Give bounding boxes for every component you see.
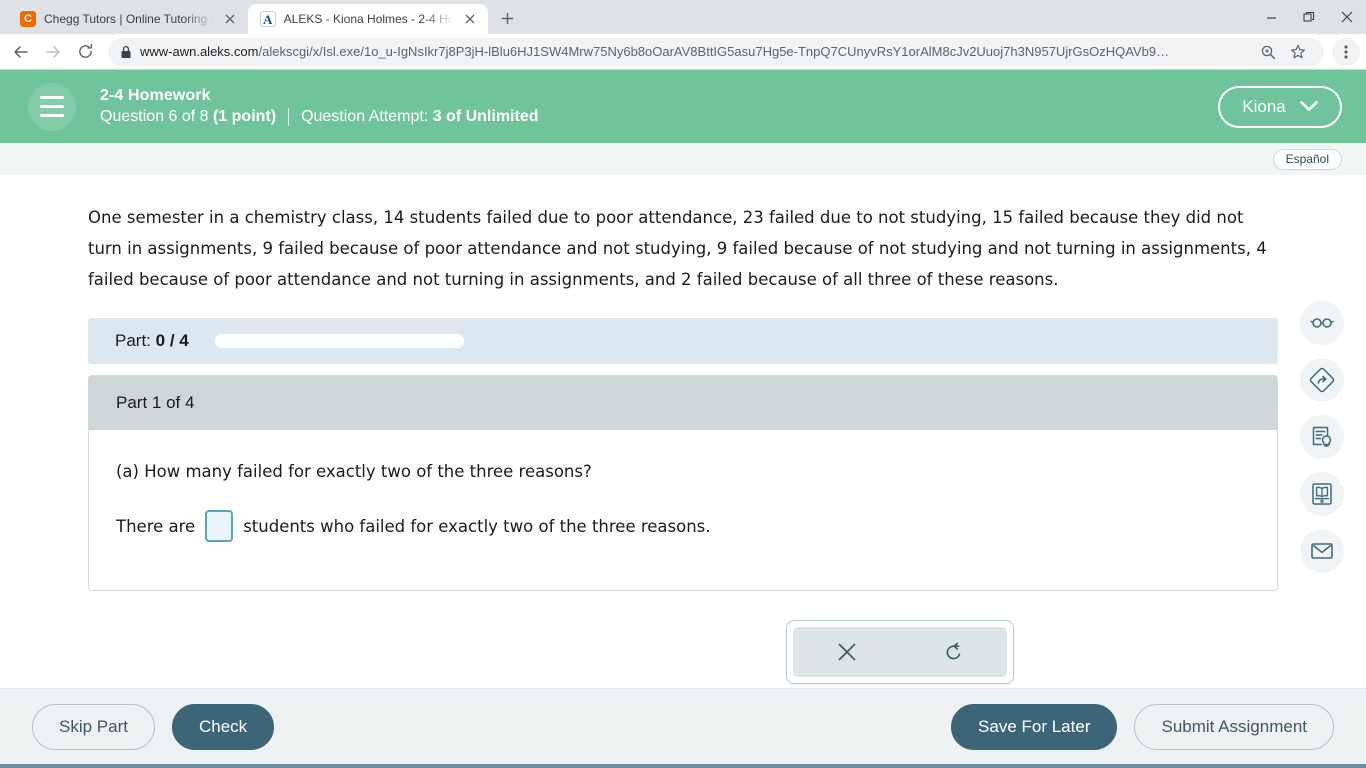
attempt-value: 3 of Unlimited [432,108,539,125]
url-path: /alekscgi/x/Isl.exe/1o_u-IgNsIkr7j8P3jH-… [258,44,1170,59]
restore-icon[interactable] [1290,0,1328,34]
part-progress-value: 0 / 4 [155,331,189,350]
footer-left-buttons: Skip Part Check [32,703,275,750]
window-controls [1252,0,1366,34]
aleks-favicon-icon: A [259,11,276,27]
browser-tab-aleks[interactable]: A ALEKS - Kiona Holmes - 2-4 Hom [247,4,488,34]
hamburger-menu-icon[interactable] [28,82,76,131]
browser-toolbar: www-awn.aleks.com/alekscgi/x/Isl.exe/1o_… [0,34,1366,70]
mail-icon[interactable] [1300,529,1344,573]
reload-icon[interactable] [70,37,100,67]
progress-track [214,334,464,348]
url-text: www-awn.aleks.com/alekscgi/x/Isl.exe/1o_… [140,44,1246,59]
address-bar[interactable]: www-awn.aleks.com/alekscgi/x/Isl.exe/1o_… [108,37,1324,66]
answer-suffix-text: students who failed for exactly two of t… [243,516,711,536]
question-points: (1 point) [212,108,277,125]
question-number-label: Question 6 of 8 [100,108,209,125]
chegg-favicon-icon: C [20,11,36,27]
star-icon[interactable] [1284,38,1312,66]
new-tab-button[interactable] [494,4,522,32]
tool-rail [1300,301,1344,573]
close-icon[interactable] [1328,0,1366,34]
browser-tab-bar: C Chegg Tutors | Online Tutoring | A ALE… [0,0,1366,34]
lock-icon [120,45,132,59]
url-host: www-awn.aleks.com [140,44,259,59]
question-prompt: (a) How many failed for exactly two of t… [116,462,592,481]
part-progress-bar: Part: 0 / 4 [88,318,1278,364]
answer-input[interactable] [205,510,234,542]
forward-arrow-icon[interactable] [38,37,68,67]
footer-right-buttons: Save For Later Submit Assignment [951,703,1334,750]
attempt-label: Question Attempt: [301,108,429,125]
question-status-line: Question 6 of 8 (1 point) Question Attemp… [100,108,538,126]
part-card-body: (a) How many failed for exactly two of t… [89,430,1277,684]
back-arrow-icon[interactable] [6,37,36,67]
language-strip: Español [0,143,1366,175]
undo-icon[interactable] [900,627,1007,677]
minimize-icon[interactable] [1252,0,1290,34]
part-progress-prefix: Part: [115,331,151,350]
check-button[interactable]: Check [171,703,275,750]
language-toggle-button[interactable]: Español [1272,148,1342,170]
assignment-title: 2-4 Homework [100,87,211,104]
header-divider [288,108,290,126]
close-icon[interactable] [222,11,238,27]
three-dot-menu-icon[interactable] [1332,37,1360,66]
question-body: One semester in a chemistry class, 14 st… [88,208,1267,289]
footer-legal-bar: © 2020 McGraw-Hill Education. All Rights… [0,764,1366,768]
tab-title: ALEKS - Kiona Holmes - 2-4 Hom [283,12,454,26]
worksheet-lightbulb-icon[interactable] [1300,415,1344,459]
save-for-later-button[interactable]: Save For Later [951,703,1118,750]
tab-title: Chegg Tutors | Online Tutoring | [44,12,214,26]
answer-prefix-text: There are [116,516,196,536]
part-card: Part 1 of 4 (a) How many failed for exac… [88,375,1278,684]
skip-part-button[interactable]: Skip Part [32,703,155,750]
zoom-search-icon[interactable] [1254,38,1282,66]
chevron-down-icon [1299,97,1318,117]
explain-arrow-icon[interactable] [1300,358,1344,402]
close-icon[interactable] [462,11,478,27]
omnibox-actions [1254,38,1312,66]
user-menu-button[interactable]: Kiona [1218,85,1342,128]
part-progress-label: Part: 0 / 4 [115,331,189,351]
aleks-header: 2-4 Homework Question 6 of 8 (1 point) Qu… [0,70,1366,143]
header-text-block: 2-4 Homework Question 6 of 8 (1 point) Qu… [100,87,538,126]
glasses-icon[interactable] [1300,301,1344,345]
answer-mini-toolbar [786,620,1014,684]
main-content: One semester in a chemistry class, 14 st… [0,175,1366,688]
mini-toolbar-inner [793,627,1007,677]
footer-action-bar: Skip Part Check Save For Later Submit As… [0,688,1366,764]
user-name-label: Kiona [1242,96,1286,116]
browser-tab-chegg[interactable]: C Chegg Tutors | Online Tutoring | [8,4,248,34]
clear-icon[interactable] [793,627,900,677]
part-card-header: Part 1 of 4 [89,376,1277,430]
ebook-icon[interactable] [1300,472,1344,516]
answer-sentence: There are students who failed for exactl… [116,510,1250,542]
submit-assignment-button[interactable]: Submit Assignment [1134,703,1334,750]
